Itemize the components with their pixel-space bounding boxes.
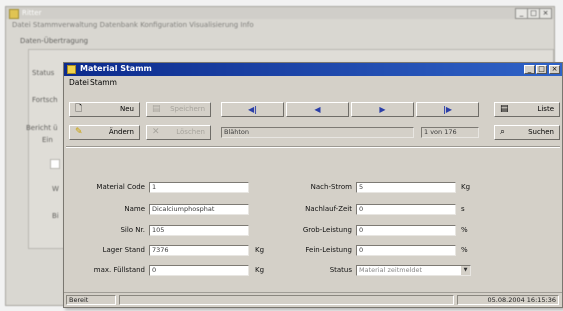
max-fill-unit: Kg xyxy=(255,266,265,274)
previous-record-button[interactable]: ◀ xyxy=(286,102,349,117)
silo-number-label: Silo Nr. xyxy=(120,226,145,234)
checkbox[interactable] xyxy=(50,159,60,169)
coarse-power-field[interactable]: 0 xyxy=(356,225,456,236)
report-label: Bericht ü xyxy=(26,124,58,132)
fine-power-unit: % xyxy=(461,246,468,254)
status-label: Status xyxy=(32,69,55,77)
fine-power-field[interactable]: 0 xyxy=(356,245,456,256)
minimize-icon[interactable]: _ xyxy=(524,65,535,74)
first-record-button[interactable]: ◀| xyxy=(221,102,284,117)
section-title: Daten-Übertragung xyxy=(20,37,89,45)
toolbar-separator xyxy=(66,146,560,148)
stock-level-field[interactable]: 7376 xyxy=(149,245,249,256)
close-icon[interactable]: × xyxy=(549,65,560,74)
save-button[interactable]: ▤ Speichern xyxy=(146,102,211,117)
status-state: Bereit xyxy=(66,295,116,305)
material-code-field[interactable]: 1 xyxy=(149,182,249,193)
save-icon: ▤ xyxy=(152,104,161,114)
menubar: Datei Stamm xyxy=(64,77,562,88)
progress-label: Fortsch xyxy=(32,96,58,104)
app-icon xyxy=(9,9,19,19)
after-flow-label: Nach-Strom xyxy=(310,183,352,191)
last-record-icon: |▶ xyxy=(442,105,453,114)
overrun-time-label: Nachlauf-Zeit xyxy=(305,205,352,213)
next-record-button[interactable]: ▶ xyxy=(351,102,414,117)
coarse-power-label: Grob-Leistung xyxy=(302,226,352,234)
menu-stamm[interactable]: Stamm xyxy=(90,78,117,87)
after-flow-field[interactable]: 5 xyxy=(356,182,456,193)
change-button[interactable]: ✎ Ändern xyxy=(69,125,140,140)
status-label: Status xyxy=(329,266,352,274)
fine-power-label: Fein-Leistung xyxy=(305,246,352,254)
silo-number-field[interactable]: 105 xyxy=(149,225,249,236)
overrun-time-field[interactable]: 0 xyxy=(356,204,456,215)
list-button[interactable]: ▤ Liste xyxy=(494,102,560,117)
maximize-icon[interactable]: □ xyxy=(536,65,547,74)
pencil-icon: ✎ xyxy=(75,127,83,137)
menu-datei[interactable]: Datei xyxy=(69,78,89,87)
max-fill-field[interactable]: 0 xyxy=(149,265,249,276)
new-button[interactable]: 🗋 Neu xyxy=(69,102,140,117)
first-record-icon: ◀| xyxy=(247,105,258,114)
overrun-time-unit: s xyxy=(461,205,465,213)
background-title-bar: Ritter _ □ × xyxy=(6,7,554,19)
material-code-label: Material Code xyxy=(96,183,145,191)
background-window-title: Ritter xyxy=(22,9,42,17)
previous-record-icon: ◀ xyxy=(314,105,321,114)
list-icon: ▤ xyxy=(500,104,509,114)
stock-level-label: Lager Stand xyxy=(102,246,145,254)
window-icon xyxy=(67,65,76,74)
material-stamm-window: Material Stamm _ □ × Datei Stamm 🗋 Neu ▤… xyxy=(63,62,563,308)
close-icon[interactable]: × xyxy=(539,8,552,19)
new-document-icon: 🗋 xyxy=(75,104,83,114)
record-position-display: 1 von 176 xyxy=(421,127,479,138)
window-title: Material Stamm xyxy=(80,64,152,73)
status-value: Material zeitmeldet xyxy=(359,266,423,274)
name-label: Name xyxy=(124,205,145,213)
status-datetime: 05.08.2004 16:15:36 xyxy=(457,295,559,305)
name-field[interactable]: Dicalciumphosphat xyxy=(149,204,249,215)
bi-label: Bi xyxy=(52,212,59,220)
background-menubar[interactable]: Datei Stammverwaltung Datenbank Konfigur… xyxy=(12,21,254,29)
coarse-power-unit: % xyxy=(461,226,468,234)
status-bar: Bereit 05.08.2004 16:15:36 xyxy=(64,292,562,307)
last-record-button[interactable]: |▶ xyxy=(416,102,479,117)
max-fill-label: max. Füllstand xyxy=(93,266,145,274)
next-record-icon: ▶ xyxy=(379,105,386,114)
search-icon: ⌕ xyxy=(500,127,506,137)
delete-button[interactable]: ✕ Löschen xyxy=(146,125,211,140)
entry-label: Ein xyxy=(42,136,53,144)
title-bar[interactable]: Material Stamm _ □ × xyxy=(64,63,562,76)
status-message xyxy=(119,295,454,305)
w-label: W xyxy=(52,185,59,193)
after-flow-unit: Kg xyxy=(461,183,471,191)
status-select[interactable]: Material zeitmeldet ▼ xyxy=(356,265,471,276)
search-button[interactable]: ⌕ Suchen xyxy=(494,125,560,140)
chevron-down-icon[interactable]: ▼ xyxy=(460,266,470,275)
delete-icon: ✕ xyxy=(152,127,160,137)
stock-level-unit: Kg xyxy=(255,246,265,254)
record-name-display: Blähton xyxy=(221,127,414,138)
